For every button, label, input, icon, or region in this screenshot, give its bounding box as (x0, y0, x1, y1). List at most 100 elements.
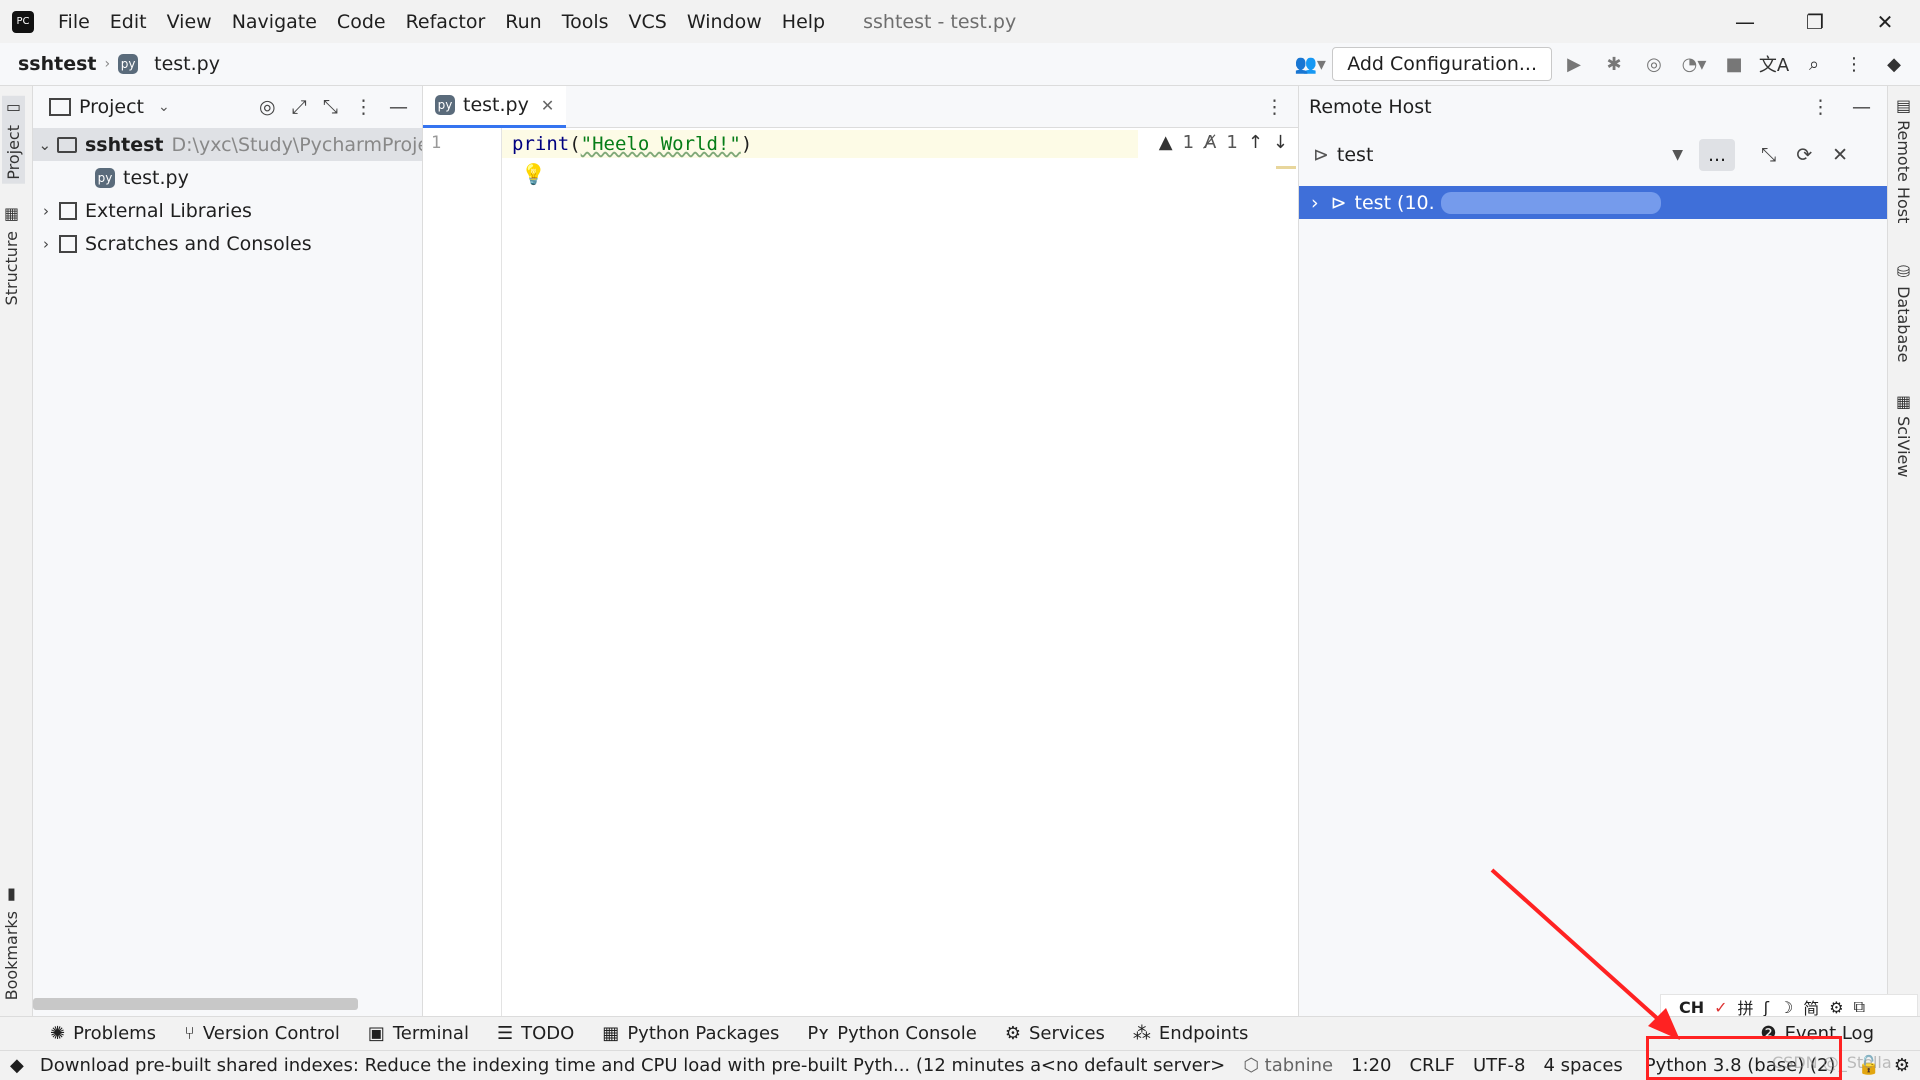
menu-run[interactable]: Run (505, 11, 541, 33)
menu-refactor[interactable]: Refactor (406, 11, 486, 33)
add-configuration-button[interactable]: Add Configuration... (1332, 47, 1552, 81)
remote-host-entry-label: test (10. (1354, 191, 1435, 214)
chevron-down-icon[interactable]: ⌄ (158, 99, 170, 115)
project-header: Project ⌄ ◎ ⤢ ⤡ ⋮ — (33, 86, 422, 128)
menu-edit[interactable]: Edit (110, 11, 147, 33)
code-with-me-button[interactable]: 👥▾ (1292, 46, 1328, 82)
title-bar: PC File Edit View Navigate Code Refactor… (0, 0, 1920, 43)
refresh-icon[interactable]: ⟳ (1796, 144, 1812, 166)
tool-problems[interactable]: ✺ Problems (50, 1023, 156, 1044)
close-window-button[interactable]: ✕ (1850, 0, 1920, 43)
inspection-widget[interactable]: ▲ 1 A̸ 1 ↑ ↓ (1159, 132, 1288, 153)
tool-tab-bookmarks[interactable]: Bookmarks ▮ (2, 886, 21, 1000)
debug-button[interactable]: ✱ (1596, 46, 1632, 82)
tool-tab-structure[interactable]: Structure ▦ (2, 206, 21, 305)
tool-python-console[interactable]: Pʏ Python Console (807, 1023, 976, 1044)
pycharm-logo-icon: PC (12, 10, 34, 33)
status-caret-position[interactable]: 1:20 (1351, 1055, 1391, 1076)
tool-tab-project[interactable]: Project ▭ (2, 96, 25, 184)
ime-mode-icon[interactable]: ✓ (1714, 998, 1727, 1017)
tool-tab-database[interactable]: ⛁ Database (1894, 262, 1913, 362)
chevron-right-icon[interactable]: › (33, 202, 59, 220)
gear-icon: ⚙ (1004, 1023, 1021, 1044)
breadcrumb-separator-icon: › (104, 56, 111, 72)
ime-expand-icon[interactable]: ⧉ (1854, 997, 1865, 1017)
tree-item-scratches[interactable]: › Scratches and Consoles (33, 227, 422, 260)
tree-item-external-libraries[interactable]: › External Libraries (33, 194, 422, 227)
stop-button[interactable]: ■ (1716, 46, 1752, 82)
menu-code[interactable]: Code (337, 11, 386, 33)
tool-tab-structure-label: Structure (2, 231, 21, 306)
minimize-icon: — (1735, 9, 1755, 34)
options-icon[interactable]: ⋮ (354, 96, 373, 118)
tool-tab-sciview[interactable]: ▦ SciView (1894, 392, 1913, 477)
breadcrumb-project[interactable]: sshtest (18, 53, 97, 75)
tool-endpoints[interactable]: ⁂ Endpoints (1133, 1023, 1249, 1044)
menu-window[interactable]: Window (687, 11, 762, 33)
code-paren-open: ( (569, 133, 581, 155)
run-coverage-button[interactable]: ◎ (1636, 46, 1672, 82)
chevron-down-icon[interactable]: ⌄ (33, 136, 57, 154)
inspection-profile-icon[interactable]: ⚙ (1894, 1055, 1910, 1076)
tree-root-row[interactable]: ⌄ sshtest D:\yxc\Study\PycharmProject (33, 128, 422, 161)
server-dropdown[interactable]: ⊳ test ▼ (1313, 144, 1683, 166)
status-tabnine[interactable]: ⬡ tabnine (1243, 1055, 1333, 1076)
previous-highlight-icon[interactable]: ↑ (1248, 132, 1263, 153)
chevron-right-icon[interactable]: › (33, 235, 59, 253)
tool-todo[interactable]: ☰ TODO (497, 1023, 574, 1044)
ime-moon-icon[interactable]: ☽ (1779, 998, 1793, 1017)
menu-vcs[interactable]: VCS (629, 11, 667, 33)
jetbrains-toolbox-button[interactable]: ◆ (1876, 46, 1912, 82)
browse-button[interactable]: ... (1699, 139, 1735, 171)
tab-test-py[interactable]: py test.py ✕ (423, 85, 567, 128)
ime-punctuation-icon[interactable]: ʃ (1764, 998, 1769, 1017)
horizontal-scrollbar[interactable] (33, 998, 358, 1010)
project-view-selector[interactable]: Project (79, 96, 144, 118)
ime-settings-icon[interactable]: ⚙ (1829, 998, 1843, 1017)
collapse-icon[interactable]: ⤡ (1761, 144, 1776, 166)
run-button[interactable]: ▶ (1556, 46, 1592, 82)
menu-tools[interactable]: Tools (562, 11, 609, 33)
breadcrumb-file[interactable]: test.py (154, 53, 220, 75)
users-icon: 👥▾ (1294, 53, 1326, 75)
menu-help[interactable]: Help (782, 11, 825, 33)
tool-python-packages[interactable]: ▦ Python Packages (602, 1023, 779, 1044)
more-actions-button[interactable]: ⋮ (1836, 46, 1872, 82)
scratches-icon (59, 234, 77, 253)
tool-services[interactable]: ⚙ Services (1005, 1023, 1105, 1044)
translate-button[interactable]: 文A (1756, 46, 1792, 82)
chevron-down-icon: ▼ (1672, 147, 1683, 163)
search-everywhere-button[interactable]: ⌕ (1796, 46, 1832, 82)
status-line-separator[interactable]: CRLF (1409, 1055, 1454, 1076)
intention-bulb-icon[interactable]: 💡 (521, 162, 546, 186)
status-server[interactable]: <no default server> (1041, 1055, 1225, 1076)
tool-tab-remote-host[interactable]: ▤ Remote Host (1894, 96, 1913, 223)
options-icon[interactable]: ⋮ (1811, 96, 1830, 118)
expand-all-icon[interactable]: ⤢ (292, 96, 307, 118)
locate-file-icon[interactable]: ◎ (259, 96, 276, 118)
menu-navigate[interactable]: Navigate (232, 11, 317, 33)
status-encoding[interactable]: UTF-8 (1473, 1055, 1525, 1076)
menu-view[interactable]: View (167, 11, 212, 33)
close-icon[interactable]: ✕ (1832, 144, 1848, 166)
hide-panel-icon[interactable]: — (1852, 96, 1871, 118)
remote-host-entry[interactable]: › ⊳ test (10. (1299, 186, 1887, 219)
menu-file[interactable]: File (58, 11, 90, 33)
status-indent[interactable]: 4 spaces (1543, 1055, 1622, 1076)
restore-button[interactable]: ❐ (1780, 0, 1850, 43)
collapse-all-icon[interactable]: ⤡ (323, 96, 338, 118)
tab-options-icon[interactable]: ⋮ (1265, 96, 1284, 118)
tree-item-test-py[interactable]: py test.py (33, 161, 422, 194)
tool-version-control[interactable]: ⑂ Version Control (184, 1023, 340, 1044)
minimize-button[interactable]: — (1710, 0, 1780, 43)
navigation-bar: sshtest › py test.py 👥▾ Add Configuratio… (0, 43, 1920, 86)
close-tab-icon[interactable]: ✕ (541, 96, 554, 115)
tool-terminal[interactable]: ▣ Terminal (368, 1023, 469, 1044)
hide-panel-icon[interactable]: — (389, 96, 408, 118)
profile-button[interactable]: ◔▾ (1676, 46, 1712, 82)
status-message[interactable]: Download pre-built shared indexes: Reduc… (40, 1055, 1041, 1076)
next-highlight-icon[interactable]: ↓ (1273, 132, 1288, 153)
code-line[interactable]: print("Heelo World!") (502, 130, 1138, 158)
chevron-right-icon[interactable]: › (1311, 192, 1319, 214)
error-stripe-mark[interactable] (1276, 166, 1296, 169)
